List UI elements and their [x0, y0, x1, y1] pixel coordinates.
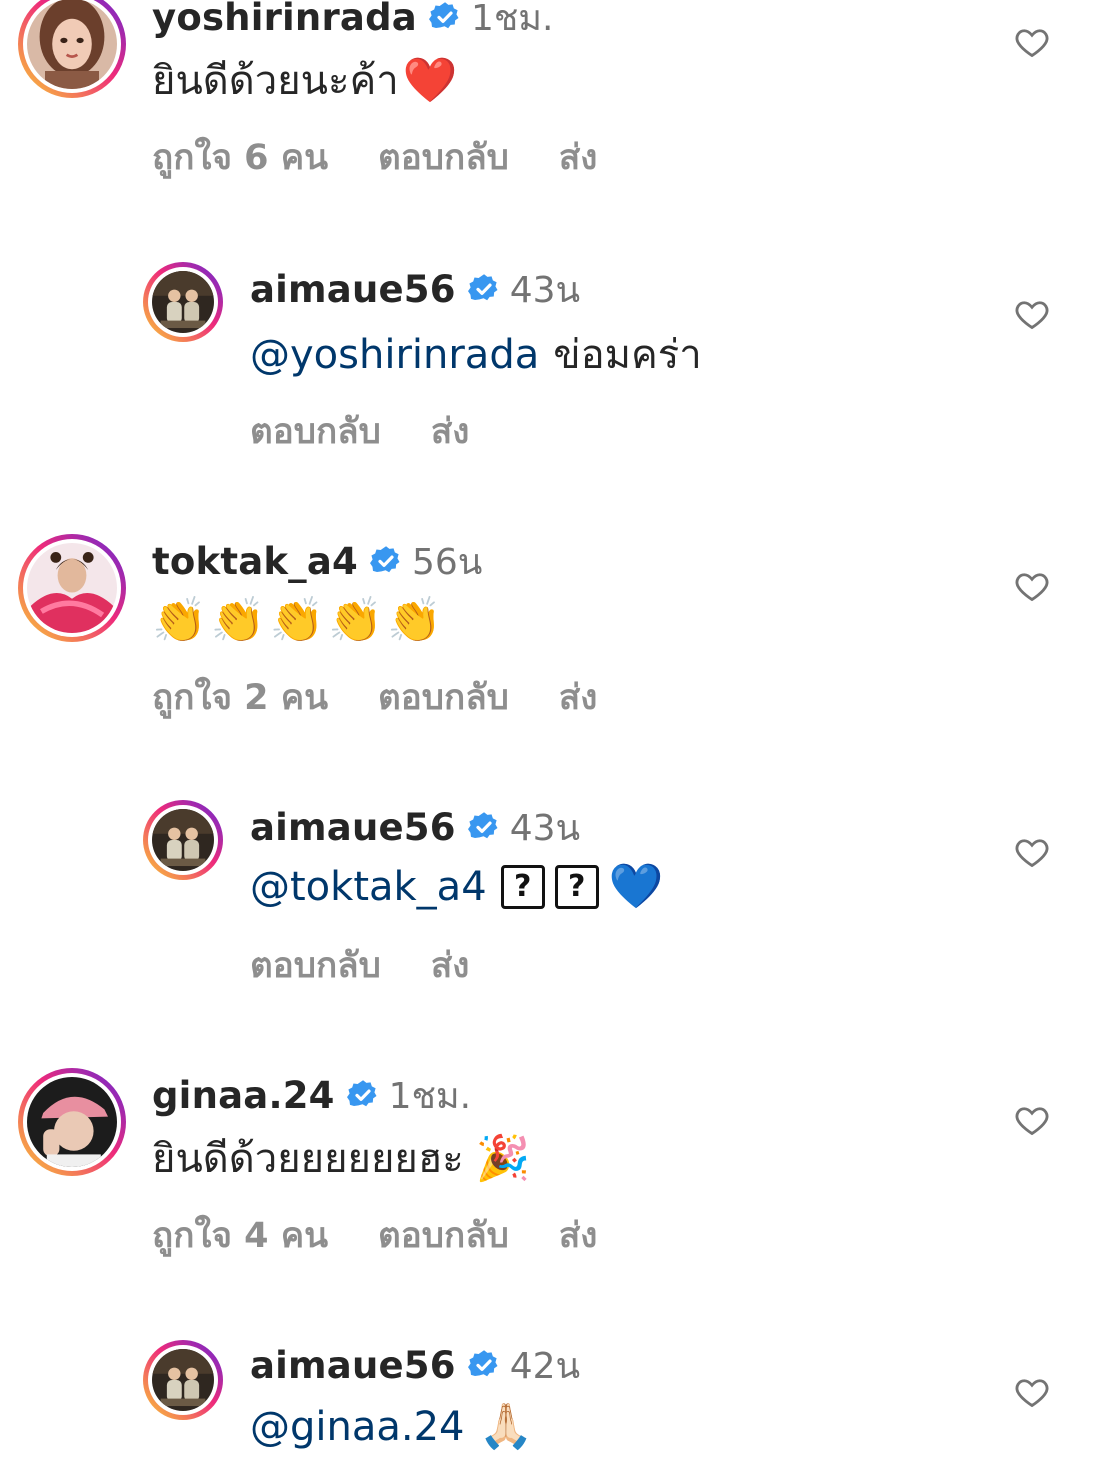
send-button[interactable]: ส่ง — [559, 670, 597, 725]
clapping-emoji: 👏👏👏👏👏 — [152, 595, 446, 646]
username[interactable]: toktak_a4 — [152, 540, 358, 583]
comment-text: 👏👏👏👏👏 — [152, 594, 446, 648]
comment-text: @ginaa.24 🙏🏻 — [250, 1400, 533, 1454]
party-popper-emoji: 🎉 — [475, 1133, 531, 1184]
username[interactable]: yoshirinrada — [152, 0, 417, 39]
comment-time: 42น — [509, 1345, 581, 1387]
like-heart-icon[interactable] — [1014, 1102, 1050, 1138]
comment-item: ginaa.24 1ชม. ยินดีด้วยยยยยยฮะ 🎉 ถูกใจ 4… — [0, 1066, 1118, 1296]
send-button[interactable]: ส่ง — [431, 938, 469, 993]
comment-header: ginaa.24 1ชม. — [152, 1072, 471, 1118]
mention-link[interactable]: @ginaa.24 — [250, 1400, 465, 1454]
reply-button[interactable]: ตอบกลับ — [250, 938, 381, 993]
comment-body: ยินดีด้วยยยยยยฮะ — [152, 1136, 464, 1182]
comment-actions: ถูกใจ 6 คน ตอบกลับ ส่ง — [152, 130, 647, 185]
verified-badge-icon — [346, 1080, 377, 1107]
send-button[interactable]: ส่ง — [559, 1208, 597, 1263]
comment-time: 1ชม. — [470, 0, 554, 39]
comment-header: aimaue56 42น — [250, 1342, 580, 1388]
comment-text: ยินดีด้วยนะค้า ❤️ — [152, 54, 457, 108]
username[interactable]: aimaue56 — [250, 268, 456, 311]
like-heart-icon[interactable] — [1014, 834, 1050, 870]
blue-heart-emoji: 💙 — [608, 861, 664, 912]
avatar[interactable] — [18, 0, 126, 98]
pink-outfit-avatar-icon — [27, 543, 117, 633]
comment-actions: ถูกใจ 4 คน ตอบกลับ ส่ง — [152, 1208, 647, 1263]
heart-emoji: ❤️ — [402, 55, 458, 106]
comment-header: yoshirinrada 1ชม. — [152, 0, 553, 40]
like-heart-icon[interactable] — [1014, 296, 1050, 332]
comment-header: aimaue56 43น — [250, 266, 580, 312]
verified-badge-icon — [428, 2, 459, 29]
like-heart-icon[interactable] — [1014, 1374, 1050, 1410]
comment-actions: ตอบกลับ ส่ง — [250, 404, 519, 459]
username[interactable]: ginaa.24 — [152, 1074, 335, 1117]
missing-glyph: ? — [500, 865, 545, 909]
reply-button[interactable]: ตอบกลับ — [378, 130, 509, 185]
comment-item: yoshirinrada 1ชม. ยินดีด้วยนะค้า ❤️ ถูกใ… — [0, 0, 1118, 230]
username[interactable]: aimaue56 — [250, 806, 456, 849]
avatar[interactable] — [18, 534, 126, 642]
comment-text: @toktak_a4 ? ? 💙 — [250, 860, 663, 914]
comment-time: 56น — [412, 541, 483, 583]
comment-actions: ถูกใจ 2 คน ตอบกลับ ส่ง — [152, 670, 647, 725]
send-button[interactable]: ส่ง — [559, 130, 597, 185]
reply-button[interactable]: ตอบกลับ — [250, 404, 381, 459]
verified-badge-icon — [370, 546, 400, 573]
comment-text: ยินดีด้วยยยยยยฮะ 🎉 — [152, 1132, 531, 1186]
verified-badge-icon — [467, 274, 498, 301]
send-button[interactable]: ส่ง — [431, 404, 469, 459]
missing-glyph: ? — [554, 865, 599, 909]
comment-body: ยินดีด้วยนะค้า — [152, 58, 399, 104]
mention-link[interactable]: @yoshirinrada — [250, 328, 539, 382]
reply-button[interactable]: ตอบกลับ — [378, 670, 509, 725]
like-heart-icon[interactable] — [1014, 568, 1050, 604]
comment-time: 43น — [509, 269, 581, 311]
comment-item: toktak_a4 56น 👏👏👏👏👏 ถูกใจ 2 คน ตอบกลับ ส… — [0, 532, 1118, 762]
avatar[interactable] — [18, 1068, 126, 1176]
comment-time: 1ชม. — [388, 1075, 472, 1117]
comment-text: @yoshirinrada ข่อมคร่า — [250, 328, 702, 382]
pink-cap-avatar-icon — [27, 1077, 117, 1167]
couple-photo-avatar-icon — [152, 271, 214, 333]
reply-button[interactable]: ตอบกลับ — [378, 1208, 509, 1263]
comment-actions: ตอบกลับ ส่ง — [250, 938, 519, 993]
woman-illustration-avatar-icon — [27, 0, 117, 89]
verified-badge-icon — [467, 1350, 498, 1377]
folded-hands-emoji: 🙏🏻 — [478, 1401, 534, 1452]
username[interactable]: aimaue56 — [250, 1344, 456, 1387]
comment-header: aimaue56 43น — [250, 804, 580, 850]
reply-item: aimaue56 43น @toktak_a4 ? ? 💙 ตอบกลับ ส่… — [0, 800, 1118, 1010]
avatar[interactable] — [143, 262, 223, 342]
comment-header: toktak_a4 56น — [152, 538, 482, 584]
comment-time: 43น — [509, 807, 581, 849]
couple-photo-avatar-icon — [152, 809, 214, 871]
avatar[interactable] — [143, 1340, 223, 1420]
likes-count-button[interactable]: ถูกใจ 4 คน — [152, 1208, 328, 1263]
verified-badge-icon — [467, 812, 498, 839]
avatar[interactable] — [143, 800, 223, 880]
likes-count-button[interactable]: ถูกใจ 2 คน — [152, 670, 328, 725]
like-heart-icon[interactable] — [1014, 24, 1050, 60]
likes-count-button[interactable]: ถูกใจ 6 คน — [152, 130, 328, 185]
mention-link[interactable]: @toktak_a4 — [250, 860, 487, 914]
couple-photo-avatar-icon — [152, 1349, 214, 1411]
reply-item: aimaue56 42น @ginaa.24 🙏🏻 — [0, 1340, 1118, 1466]
comment-body: ข่อมคร่า — [553, 332, 702, 378]
reply-item: aimaue56 43น @yoshirinrada ข่อมคร่า ตอบก… — [0, 262, 1118, 472]
